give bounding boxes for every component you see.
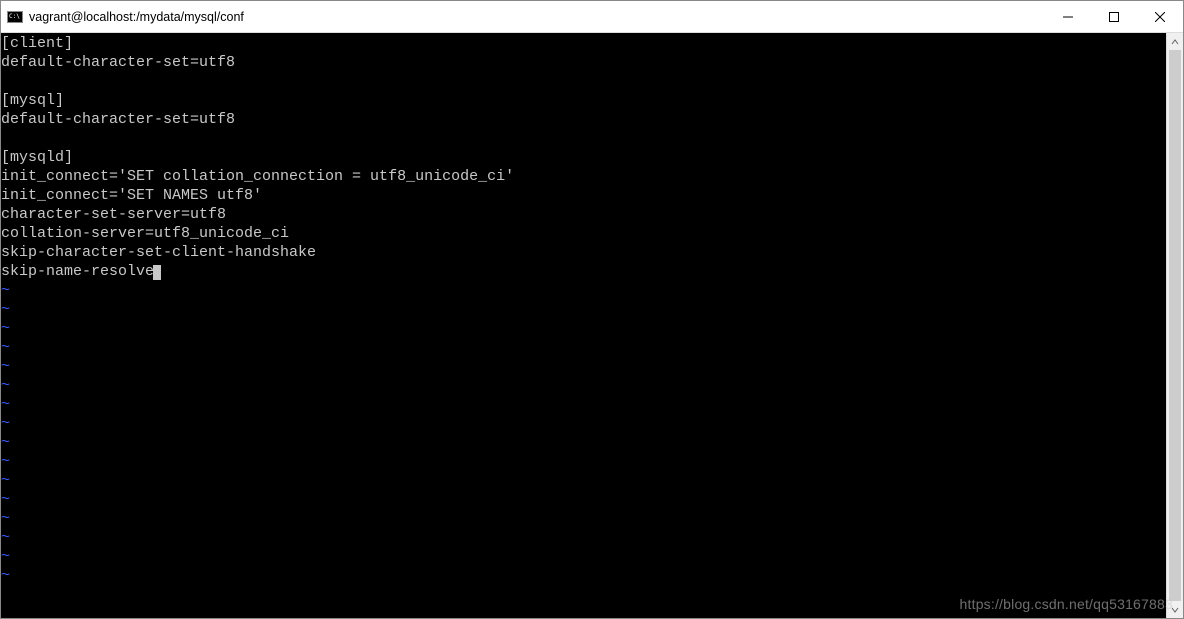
vim-empty-line: ~ <box>1 395 1166 414</box>
terminal-line <box>1 129 1166 148</box>
vim-empty-line: ~ <box>1 452 1166 471</box>
maximize-button[interactable] <box>1091 1 1137 32</box>
vim-empty-line: ~ <box>1 490 1166 509</box>
window-controls <box>1045 1 1183 32</box>
minimize-button[interactable] <box>1045 1 1091 32</box>
vim-empty-line: ~ <box>1 528 1166 547</box>
terminal-line: [client] <box>1 34 1166 53</box>
vim-empty-line: ~ <box>1 433 1166 452</box>
window-titlebar: C:\ vagrant@localhost:/mydata/mysql/conf <box>1 1 1183 33</box>
terminal-line: [mysqld] <box>1 148 1166 167</box>
close-button[interactable] <box>1137 1 1183 32</box>
terminal-line: character-set-server=utf8 <box>1 205 1166 224</box>
terminal-output[interactable]: [client]default-character-set=utf8[mysql… <box>1 33 1166 618</box>
vim-empty-line: ~ <box>1 509 1166 528</box>
svg-text:C:\: C:\ <box>9 13 20 20</box>
vim-empty-line: ~ <box>1 300 1166 319</box>
terminal-line: [mysql] <box>1 91 1166 110</box>
vim-empty-line: ~ <box>1 338 1166 357</box>
terminal-line: default-character-set=utf8 <box>1 53 1166 72</box>
terminal-container: [client]default-character-set=utf8[mysql… <box>1 33 1183 618</box>
cursor <box>153 265 161 280</box>
terminal-line: init_connect='SET collation_connection =… <box>1 167 1166 186</box>
terminal-line: skip-character-set-client-handshake <box>1 243 1166 262</box>
vim-empty-line: ~ <box>1 281 1166 300</box>
terminal-line: skip-name-resolve <box>1 262 1166 281</box>
vim-empty-line: ~ <box>1 376 1166 395</box>
terminal-line: init_connect='SET NAMES utf8' <box>1 186 1166 205</box>
scroll-down-button[interactable] <box>1167 601 1183 618</box>
terminal-line: default-character-set=utf8 <box>1 110 1166 129</box>
terminal-line: collation-server=utf8_unicode_ci <box>1 224 1166 243</box>
vim-empty-line: ~ <box>1 357 1166 376</box>
vim-empty-line: ~ <box>1 319 1166 338</box>
vim-empty-line: ~ <box>1 414 1166 433</box>
window-title: vagrant@localhost:/mydata/mysql/conf <box>29 10 244 24</box>
vim-empty-line: ~ <box>1 547 1166 566</box>
vertical-scrollbar[interactable] <box>1166 33 1183 618</box>
vim-empty-line: ~ <box>1 566 1166 585</box>
terminal-line <box>1 72 1166 91</box>
scroll-thumb[interactable] <box>1169 50 1181 601</box>
terminal-icon: C:\ <box>7 9 23 25</box>
vim-empty-line: ~ <box>1 471 1166 490</box>
scroll-up-button[interactable] <box>1167 33 1183 50</box>
